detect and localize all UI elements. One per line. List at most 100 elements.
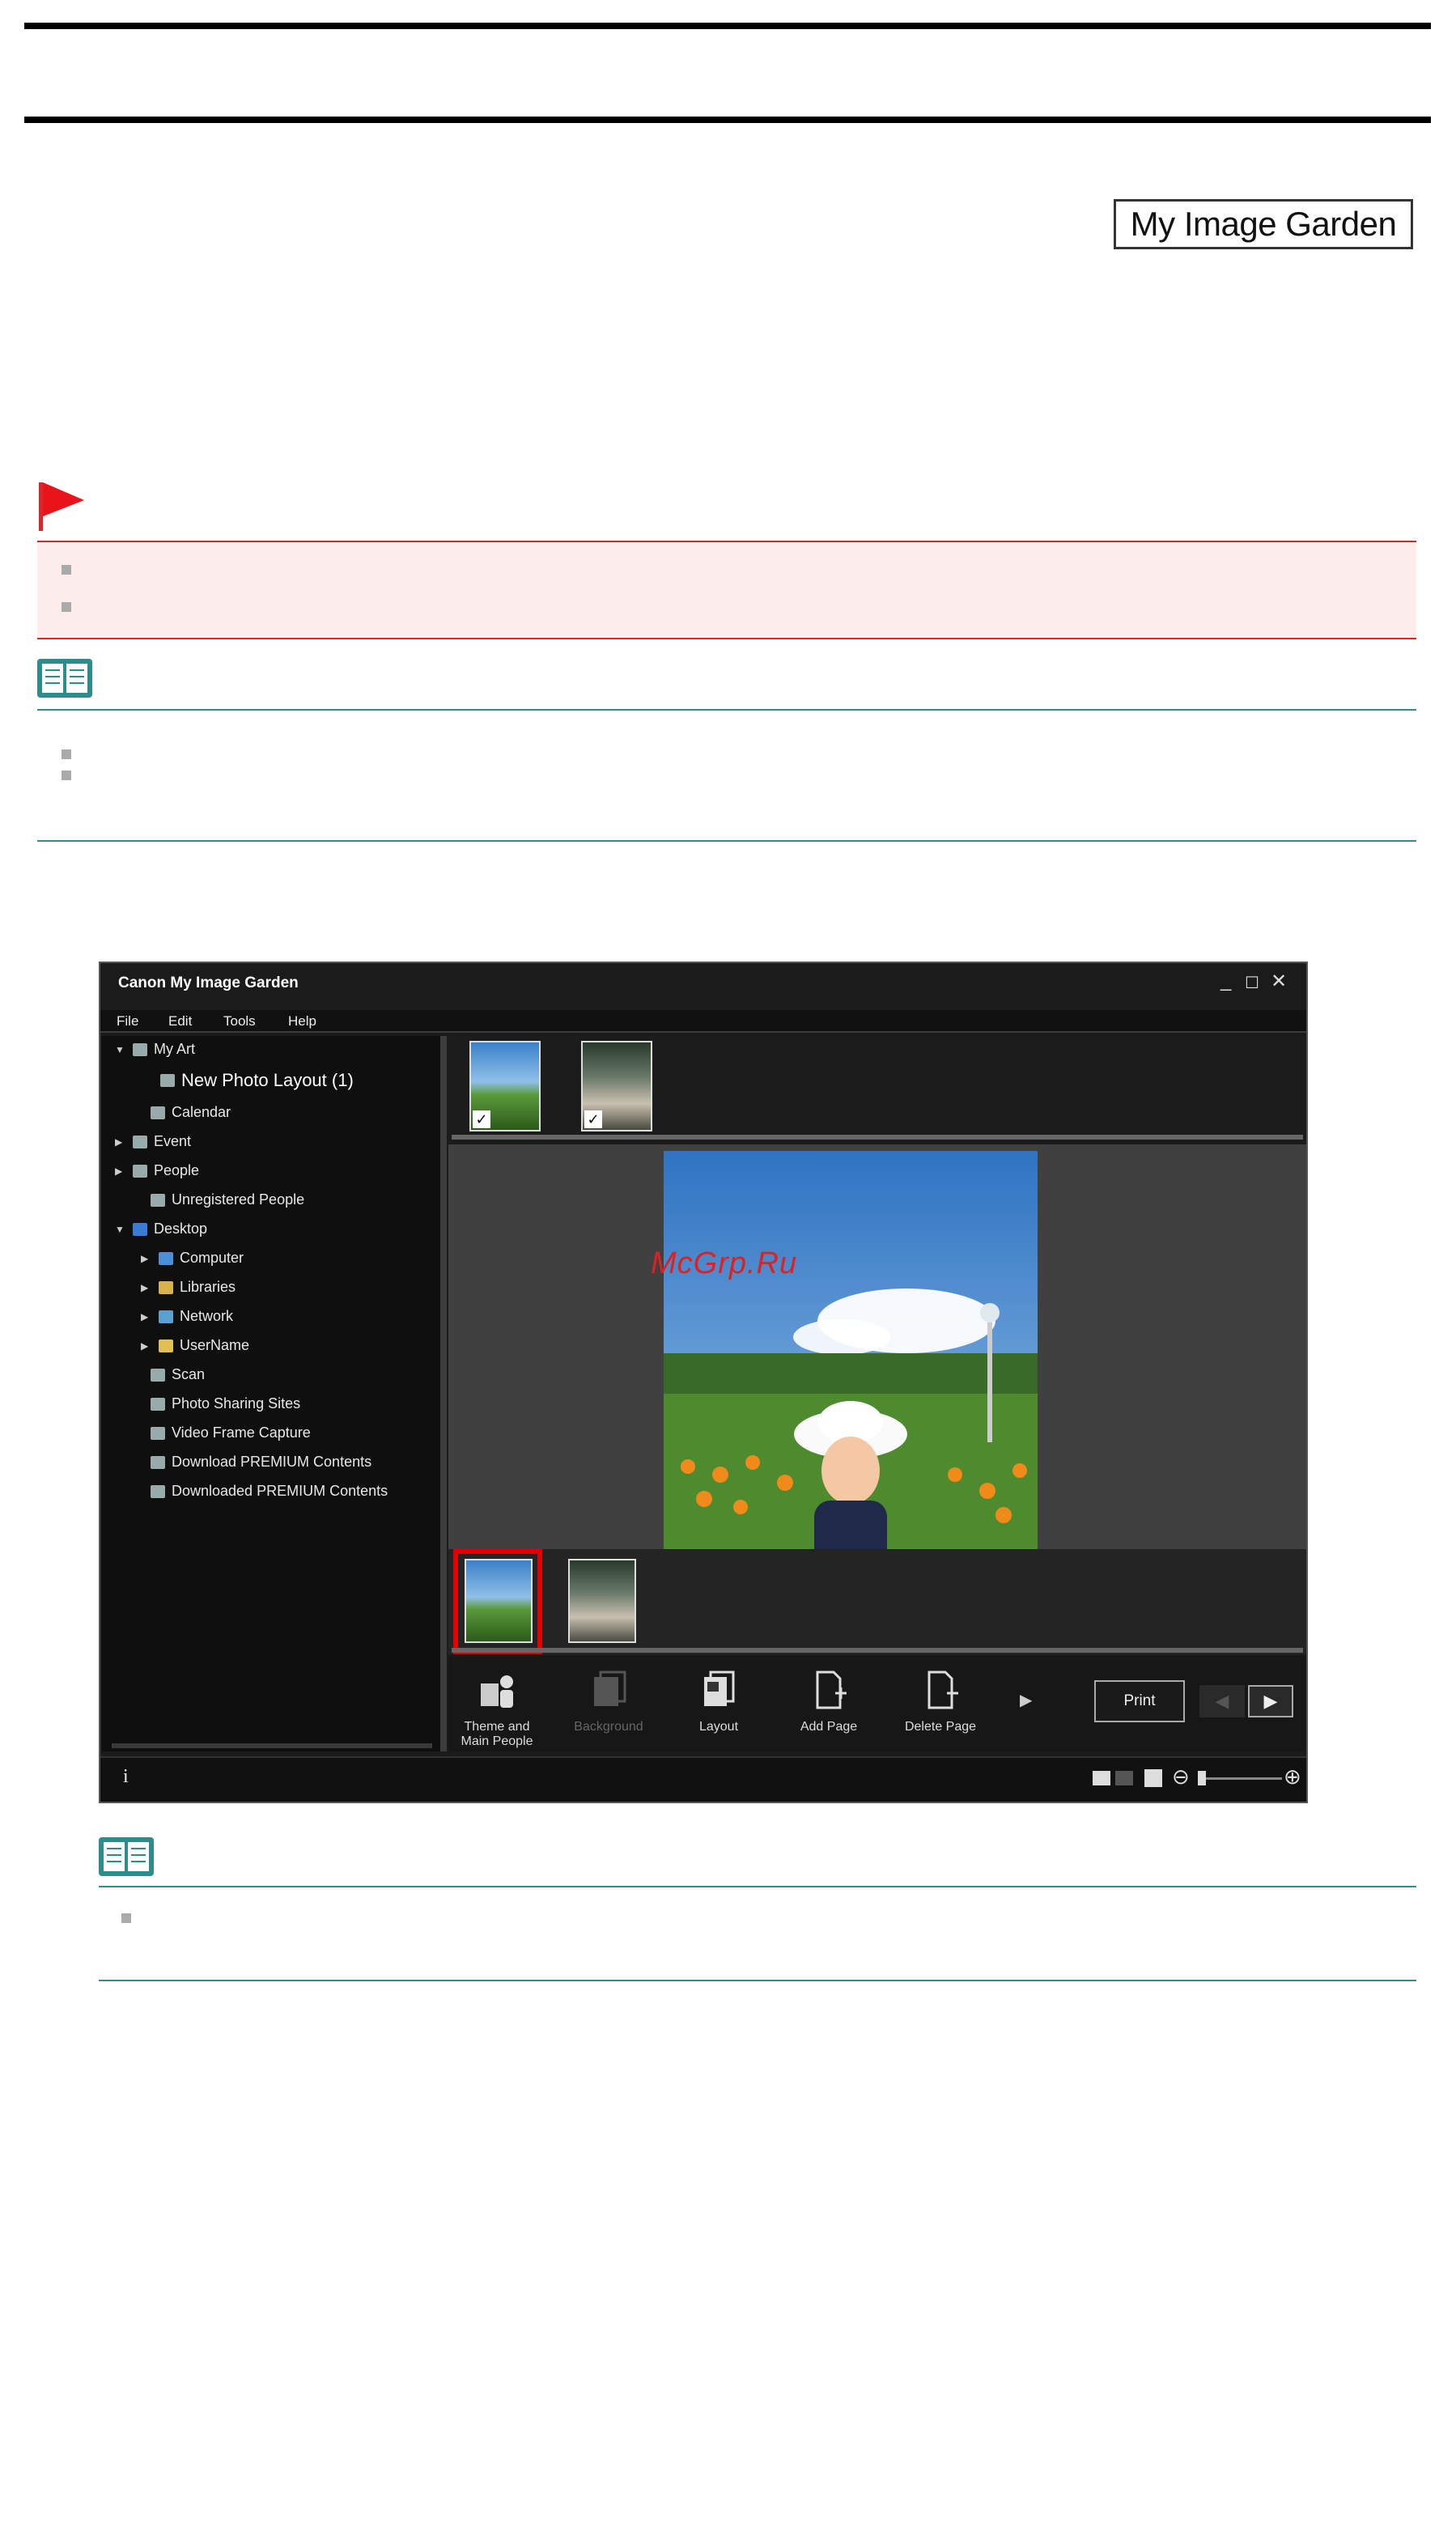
tree-item-my-art[interactable]: ▼ My Art	[115, 1041, 195, 1058]
tree-item-video-frame-capture[interactable]: Video Frame Capture	[133, 1424, 311, 1441]
tree-item-username[interactable]: ▶ UserName	[141, 1337, 249, 1354]
navigation-tree: ▼ My Art New Photo Layout (1) Calendar ▶ E…	[102, 1036, 447, 1751]
theme-people-icon	[481, 1675, 513, 1708]
photo-sharing-icon	[151, 1397, 165, 1411]
tree-item-event[interactable]: ▶ Event	[115, 1133, 191, 1150]
zoom-slider[interactable]	[1198, 1771, 1282, 1785]
expand-icon[interactable]: ▼	[115, 1044, 126, 1055]
watermark: McGrp.Ru	[651, 1246, 798, 1280]
checkbox-icon[interactable]: ✓	[584, 1110, 602, 1128]
scan-icon	[151, 1368, 165, 1382]
tree-label: Event	[154, 1133, 192, 1149]
tree-item-downloaded-premium[interactable]: Downloaded PREMIUM Contents	[133, 1483, 388, 1500]
user-folder-icon	[159, 1339, 173, 1352]
tree-label: New Photo Layout (1)	[181, 1070, 354, 1090]
tree-item-desktop[interactable]: ▼ Desktop	[115, 1221, 207, 1238]
page-strip-scrollbar[interactable]	[452, 1648, 1303, 1653]
tree-label: Scan	[172, 1366, 206, 1382]
calendar-icon	[151, 1106, 165, 1119]
network-icon	[159, 1310, 173, 1323]
tree-label: Video Frame Capture	[172, 1424, 311, 1441]
top-strip-scrollbar[interactable]	[452, 1135, 1303, 1140]
tree-item-download-premium[interactable]: Download PREMIUM Contents	[133, 1454, 371, 1471]
tree-label: People	[154, 1162, 200, 1178]
selected-page-highlight	[453, 1549, 542, 1654]
previous-page-button[interactable]: ◀	[1199, 1685, 1245, 1717]
tree-label: UserName	[180, 1337, 250, 1353]
my-image-garden-logo: My Image Garden	[1114, 199, 1413, 249]
minimize-icon[interactable]: _	[1220, 970, 1231, 992]
menu-edit[interactable]: Edit	[168, 1013, 192, 1030]
bullet	[62, 749, 71, 759]
view-mode-alt-icon[interactable]	[1115, 1771, 1133, 1785]
expand-icon[interactable]: ▶	[141, 1253, 152, 1264]
video-frame-icon	[151, 1426, 165, 1440]
tree-item-computer[interactable]: ▶ Computer	[141, 1250, 244, 1267]
page-thumbnail-strip	[448, 1549, 1306, 1654]
tree-scrollbar[interactable]	[112, 1743, 432, 1748]
computer-icon	[159, 1251, 173, 1265]
thumbnail-photo-1[interactable]: ✓	[469, 1041, 541, 1131]
libraries-icon	[159, 1280, 173, 1294]
expand-icon[interactable]: ▶	[141, 1282, 152, 1293]
tree-label: My Art	[154, 1041, 196, 1057]
theme-and-main-people-button[interactable]: Theme and Main People	[448, 1669, 545, 1749]
note-top-line	[37, 709, 1416, 711]
print-button[interactable]: Print	[1094, 1680, 1185, 1722]
zoom-in-icon[interactable]: ⊕	[1284, 1764, 1301, 1789]
note-bottom-line	[37, 840, 1416, 842]
expand-icon[interactable]: ▶	[115, 1136, 126, 1148]
tree-item-scan[interactable]: Scan	[133, 1366, 205, 1383]
tree-item-unregistered-people[interactable]: Unregistered People	[133, 1191, 304, 1208]
tool-label: Background	[574, 1720, 643, 1734]
fit-view-icon[interactable]	[1144, 1769, 1162, 1787]
note2-bottom-line	[99, 1980, 1416, 1981]
thumbnail-photo-2[interactable]: ✓	[581, 1041, 652, 1131]
layout-button[interactable]: Layout	[670, 1669, 767, 1734]
tree-item-photo-sharing-sites[interactable]: Photo Sharing Sites	[133, 1395, 300, 1412]
close-icon[interactable]: ✕	[1271, 970, 1287, 993]
menu-tools[interactable]: Tools	[223, 1013, 256, 1030]
background-button[interactable]: Background	[560, 1669, 657, 1734]
tree-label: Network	[180, 1308, 234, 1324]
status-bar: i ⊖ ⊕	[100, 1756, 1306, 1802]
expand-icon[interactable]: ▶	[141, 1311, 152, 1322]
bullet	[62, 771, 71, 780]
background-icon	[594, 1671, 626, 1706]
zoom-slider-handle[interactable]	[1198, 1771, 1206, 1785]
expand-icon[interactable]: ▶	[115, 1165, 126, 1177]
download-icon	[151, 1455, 165, 1469]
next-page-button[interactable]: ▶	[1248, 1685, 1293, 1717]
note2-top-line	[99, 1886, 1416, 1887]
view-mode-icon[interactable]	[1093, 1771, 1110, 1785]
tree-label: Download PREMIUM Contents	[172, 1454, 372, 1470]
expand-icon[interactable]: ▶	[141, 1340, 152, 1352]
tree-item-people[interactable]: ▶ People	[115, 1162, 199, 1179]
page-thumbnail-2[interactable]	[568, 1559, 636, 1643]
tool-label: Theme and	[464, 1720, 530, 1734]
expand-icon[interactable]: ▼	[115, 1224, 126, 1235]
tree-item-calendar[interactable]: Calendar	[133, 1104, 231, 1121]
header-rule	[24, 117, 1431, 123]
menu-file[interactable]: File	[117, 1013, 138, 1030]
unregistered-people-icon	[151, 1193, 165, 1207]
note-book-icon	[37, 659, 92, 698]
important-flag-icon	[39, 482, 84, 531]
info-icon[interactable]: i	[123, 1766, 129, 1788]
more-arrow-icon[interactable]: ▶	[1020, 1690, 1032, 1710]
menu-help[interactable]: Help	[288, 1013, 316, 1030]
tool-label: Delete Page	[904, 1720, 977, 1734]
add-page-button[interactable]: Add Page	[780, 1669, 877, 1734]
people-icon	[133, 1164, 147, 1178]
maximize-icon[interactable]: ☐	[1245, 973, 1259, 993]
checkbox-icon[interactable]: ✓	[473, 1110, 490, 1128]
zoom-out-icon[interactable]: ⊖	[1172, 1764, 1190, 1789]
tree-item-libraries[interactable]: ▶ Libraries	[141, 1279, 236, 1296]
bullet	[62, 602, 71, 612]
event-icon	[133, 1135, 147, 1148]
layout-canvas[interactable]	[448, 1144, 1306, 1637]
tree-item-network[interactable]: ▶ Network	[141, 1308, 233, 1325]
tree-item-new-photo-layout[interactable]: New Photo Layout (1)	[160, 1070, 354, 1091]
delete-page-button[interactable]: Delete Page	[892, 1669, 989, 1734]
menu-bar: File Edit Tools Help	[100, 1010, 1306, 1033]
